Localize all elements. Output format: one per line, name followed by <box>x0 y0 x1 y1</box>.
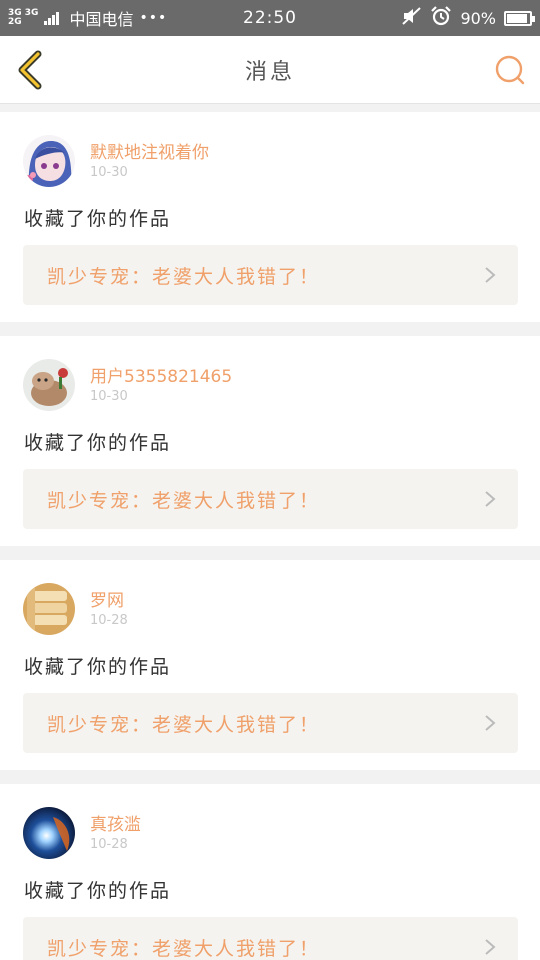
search-icon <box>495 55 525 85</box>
message-card: 默默地注视着你 10-30 收藏了你的作品 凯少专宠：老婆大人我错了！ <box>0 112 540 322</box>
work-title: 凯少专宠：老婆大人我错了！ <box>47 713 321 736</box>
network-type: 3G 3G 2G <box>8 9 38 27</box>
status-left: 3G 3G 2G 中国电信 ••• <box>8 6 167 30</box>
battery-percent: 90% <box>460 8 496 28</box>
search-button[interactable] <box>492 52 528 88</box>
work-title: 凯少专宠：老婆大人我错了！ <box>47 489 321 512</box>
carrier-name: 中国电信 <box>69 10 134 29</box>
message-date: 10-30 <box>90 165 128 180</box>
notification-dots: ••• <box>139 10 168 26</box>
signal-icon <box>44 11 60 25</box>
action-text: 收藏了你的作品 <box>24 656 172 678</box>
chevron-right-icon <box>485 491 496 507</box>
username[interactable]: 用户5355821465 <box>90 362 232 387</box>
mute-icon <box>402 7 422 29</box>
battery-icon <box>504 10 535 26</box>
chevron-right-icon <box>485 939 496 955</box>
alarm-icon <box>430 6 452 30</box>
avatar[interactable] <box>23 359 75 411</box>
message-card: 用户5355821465 10-30 收藏了你的作品 凯少专宠：老婆大人我错了！ <box>0 336 540 546</box>
work-link[interactable]: 凯少专宠：老婆大人我错了！ <box>23 245 518 305</box>
message-list: 默默地注视着你 10-30 收藏了你的作品 凯少专宠：老婆大人我错了！ 用户53… <box>0 112 540 960</box>
page-title: 消息 <box>244 59 295 85</box>
back-button[interactable] <box>12 50 48 90</box>
message-card: 真孩滥 10-28 收藏了你的作品 凯少专宠：老婆大人我错了！ <box>0 784 540 960</box>
message-card: 罗网 10-28 收藏了你的作品 凯少专宠：老婆大人我错了！ <box>0 560 540 770</box>
status-right: 90% <box>402 6 535 30</box>
username[interactable]: 真孩滥 <box>90 810 141 835</box>
work-title: 凯少专宠：老婆大人我错了！ <box>47 265 321 288</box>
chevron-right-icon <box>485 715 496 731</box>
work-link[interactable]: 凯少专宠：老婆大人我错了！ <box>23 693 518 753</box>
message-date: 10-28 <box>90 837 128 852</box>
work-link[interactable]: 凯少专宠：老婆大人我错了！ <box>23 469 518 529</box>
username[interactable]: 罗网 <box>90 586 124 611</box>
message-date: 10-30 <box>90 389 128 404</box>
chevron-left-icon <box>18 50 42 90</box>
battery-fill <box>507 13 527 23</box>
avatar[interactable] <box>23 807 75 859</box>
action-text: 收藏了你的作品 <box>24 208 172 230</box>
action-text: 收藏了你的作品 <box>24 432 172 454</box>
chevron-right-icon <box>485 267 496 283</box>
action-text: 收藏了你的作品 <box>24 880 172 902</box>
header: 消息 <box>0 36 540 104</box>
work-title: 凯少专宠：老婆大人我错了！ <box>47 937 321 960</box>
avatar[interactable] <box>23 135 75 187</box>
username[interactable]: 默默地注视着你 <box>90 138 209 163</box>
status-bar: 3G 3G 2G 中国电信 ••• 22:50 90% <box>0 0 540 36</box>
message-date: 10-28 <box>90 613 128 628</box>
avatar[interactable] <box>23 583 75 635</box>
network-type-bottom: 2G <box>8 17 22 27</box>
work-link[interactable]: 凯少专宠：老婆大人我错了！ <box>23 917 518 960</box>
